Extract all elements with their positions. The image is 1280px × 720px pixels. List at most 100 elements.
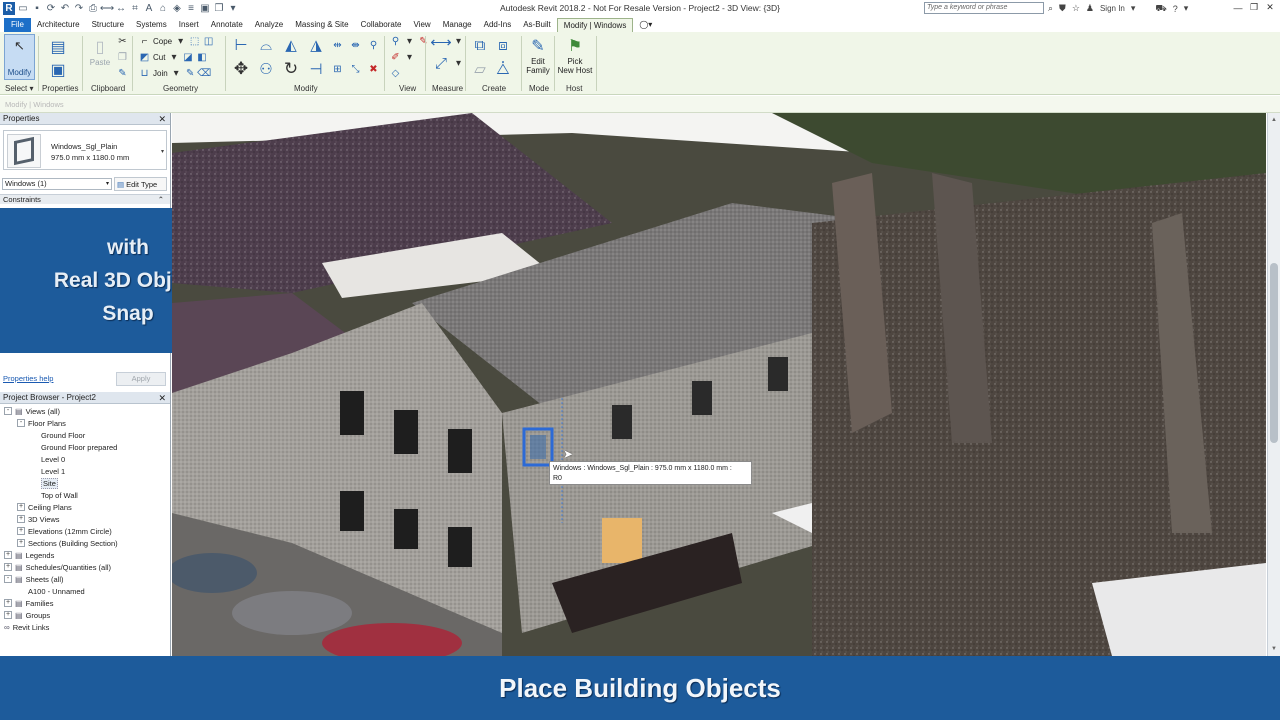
split-gap-icon[interactable]: ⇼: [350, 40, 361, 51]
tree-item[interactable]: + Sections (Building Section): [17, 537, 118, 549]
align-icon[interactable]: ⊢: [232, 37, 250, 54]
expand-icon[interactable]: +: [17, 539, 25, 547]
tab-modify-windows[interactable]: Modify | Windows: [556, 18, 634, 32]
linework-dropdown-icon[interactable]: ▾: [404, 52, 415, 63]
sync-icon[interactable]: ⟳: [45, 3, 57, 15]
trim-extend-icon[interactable]: ⊣: [307, 60, 325, 78]
selection-box-icon[interactable]: ◇: [390, 68, 401, 79]
tree-item[interactable]: +3D Views: [17, 513, 60, 525]
delete-icon[interactable]: ✖: [368, 64, 379, 75]
revit-logo-icon[interactable]: R: [3, 2, 15, 15]
tree-item[interactable]: + Ceiling Plans: [17, 501, 72, 513]
collapse-icon[interactable]: -: [4, 407, 12, 415]
tab-collaborate[interactable]: Collaborate: [355, 18, 408, 32]
undo-icon[interactable]: ↶: [59, 3, 71, 15]
tree-item[interactable]: A100 - Unnamed: [17, 585, 85, 597]
linework-icon[interactable]: ✐: [390, 52, 401, 63]
tree-item[interactable]: + ▤ Families: [4, 597, 53, 609]
user-icon[interactable]: ♟: [1086, 3, 1094, 14]
expand-icon[interactable]: +: [17, 527, 25, 535]
pick-new-host-button[interactable]: ⚑ Pick New Host: [556, 35, 594, 75]
copy-element-icon[interactable]: ⚇: [257, 60, 275, 78]
switch-windows-icon[interactable]: ❐: [213, 3, 225, 15]
tab-structure[interactable]: Structure: [86, 18, 130, 32]
measure-icon[interactable]: ⟷: [100, 3, 114, 15]
dimension-icon[interactable]: ↔: [115, 3, 127, 15]
constraints-group-header[interactable]: Constraints ⌃: [0, 194, 170, 204]
tab-systems[interactable]: Systems: [130, 18, 173, 32]
search-icon[interactable]: ⌕: [1048, 3, 1053, 14]
expand-icon[interactable]: +: [17, 503, 25, 511]
create-parts-icon[interactable]: ⧉: [471, 37, 489, 54]
cut-geometry-icon[interactable]: ⬚: [189, 36, 200, 47]
array-icon[interactable]: ⊞: [332, 64, 343, 75]
tree-item[interactable]: Level 0: [30, 453, 65, 465]
dimension-dropdown-icon[interactable]: ▾: [453, 58, 464, 69]
tree-item[interactable]: Level 1: [30, 465, 65, 477]
expand-icon[interactable]: +: [17, 515, 25, 523]
search-input[interactable]: Type a keyword or phrase: [924, 2, 1044, 14]
edit-type-button[interactable]: ▤ Edit Type: [114, 177, 167, 191]
tree-item[interactable]: - ▤ Sheets (all): [4, 573, 64, 585]
scale-icon[interactable]: ⤡: [350, 64, 361, 75]
tag-icon[interactable]: ⌗: [129, 3, 141, 15]
measure-dropdown-icon[interactable]: ▾: [453, 36, 464, 47]
expand-icon[interactable]: +: [4, 551, 12, 559]
section-icon[interactable]: ◈: [171, 3, 183, 15]
tab-view[interactable]: View: [408, 18, 437, 32]
pin-icon[interactable]: ⚲: [368, 40, 379, 51]
geometry-cope[interactable]: ⌐ Cope ▾ ⬚ ◫: [139, 36, 214, 47]
expand-icon[interactable]: +: [4, 599, 12, 607]
sign-in-link[interactable]: Sign In: [1100, 4, 1125, 13]
help-dropdown-icon[interactable]: ▾: [1184, 3, 1189, 14]
measure-between-icon[interactable]: ⟷: [430, 34, 452, 51]
store-icon[interactable]: ⛟: [1155, 3, 1166, 15]
properties-help-link[interactable]: Properties help: [3, 374, 53, 383]
modify-button[interactable]: ↖ Modify: [4, 34, 35, 80]
customize-qat-icon[interactable]: ▾: [227, 3, 239, 15]
paste-button[interactable]: ▯ Paste: [88, 36, 112, 67]
create-assembly-icon[interactable]: ⧈: [494, 37, 512, 54]
tab-massing-site[interactable]: Massing & Site: [289, 18, 354, 32]
mirror-draw-axis-icon[interactable]: ◮: [307, 37, 325, 54]
edit-family-button[interactable]: ✎ Edit Family: [524, 35, 552, 75]
tree-item[interactable]: - ▤ Views (all): [4, 405, 60, 417]
tab-as-built[interactable]: As-Built: [517, 18, 557, 32]
remove-paint-icon[interactable]: ⌫: [197, 68, 211, 79]
hide-dropdown-icon[interactable]: ▾: [404, 36, 415, 47]
close-hidden-icon[interactable]: ▣: [199, 3, 211, 15]
override-graphics-icon[interactable]: ✎: [418, 36, 429, 47]
move-icon[interactable]: ✥: [232, 59, 250, 78]
navigation-bar[interactable]: [1270, 263, 1278, 443]
create-group-icon[interactable]: ▱: [471, 60, 489, 78]
collapse-icon[interactable]: -: [4, 575, 12, 583]
text-icon[interactable]: A: [143, 3, 155, 15]
close-icon[interactable]: ✕: [158, 392, 166, 404]
close-icon[interactable]: ✕: [1262, 0, 1278, 15]
match-type-icon[interactable]: ✎: [117, 68, 128, 79]
ribbon-minimize-toggle[interactable]: ◯▾: [633, 18, 658, 32]
scroll-down-icon[interactable]: ▼: [1271, 646, 1277, 652]
tab-file[interactable]: File: [4, 18, 31, 32]
open-icon[interactable]: ▭: [17, 3, 29, 15]
select-panel-label[interactable]: Select ▾: [5, 84, 33, 93]
tab-annotate[interactable]: Annotate: [205, 18, 249, 32]
print-icon[interactable]: ⎙: [87, 3, 99, 15]
minimize-icon[interactable]: —: [1230, 0, 1246, 15]
tree-item[interactable]: + ▤ Schedules/Quantities (all): [4, 561, 111, 573]
tree-item[interactable]: Site: [30, 477, 58, 489]
tab-analyze[interactable]: Analyze: [249, 18, 289, 32]
cut-icon[interactable]: ✂: [117, 36, 128, 47]
close-icon[interactable]: ✕: [158, 113, 166, 125]
tree-item[interactable]: Top of Wall: [30, 489, 78, 501]
geometry-join[interactable]: ⊔ Join ▾ ✎ ⌫: [139, 68, 212, 79]
subscription-icon[interactable]: ⛊: [1059, 3, 1066, 14]
vertical-scrollbar[interactable]: ▲ ▼: [1267, 113, 1280, 656]
demolish-icon[interactable]: ✎: [185, 68, 196, 79]
tree-item[interactable]: - Floor Plans: [17, 417, 66, 429]
create-similar-icon[interactable]: ⧊: [494, 60, 512, 78]
wall-joins-icon[interactable]: ◫: [203, 36, 214, 47]
save-icon[interactable]: ▪: [31, 3, 43, 15]
copy-icon[interactable]: ❐: [117, 52, 128, 63]
expand-icon[interactable]: +: [4, 611, 12, 619]
